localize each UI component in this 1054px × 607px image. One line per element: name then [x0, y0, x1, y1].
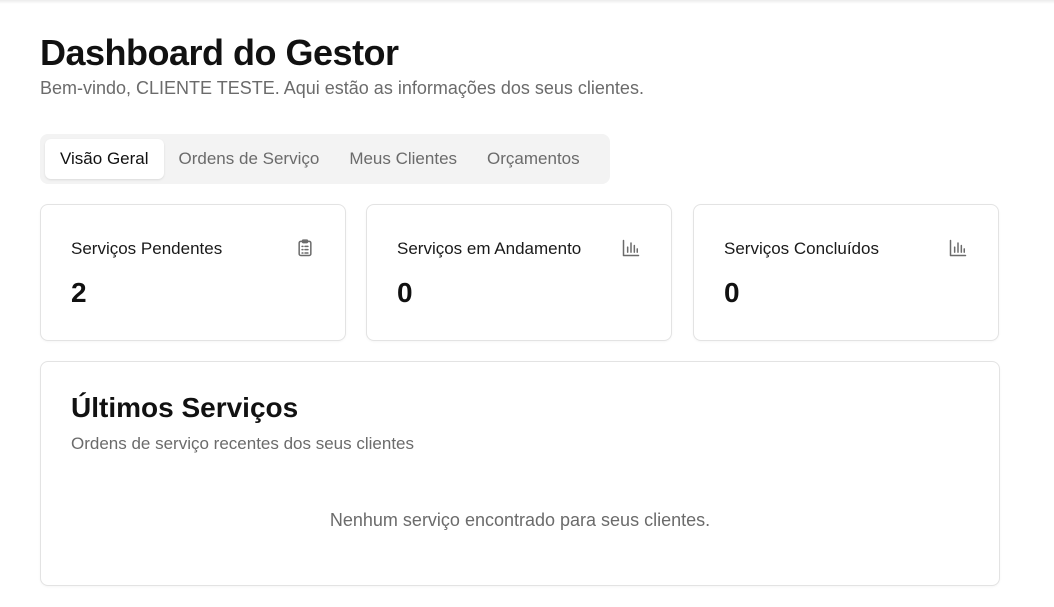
empty-state-message: Nenhum serviço encontrado para seus clie… — [329, 510, 711, 530]
bar-chart-icon — [949, 239, 967, 257]
page-title: Dashboard do Gestor — [40, 32, 399, 73]
stat-value: 0 — [724, 277, 740, 308]
stat-card-pendentes: Serviços Pendentes 2 — [40, 204, 346, 341]
page-subtitle: Bem-vindo, CLIENTE TESTE. Aqui estão as … — [40, 78, 644, 98]
recent-services-card: Últimos Serviços Ordens de serviço recen… — [40, 361, 1000, 586]
tab-orcamentos[interactable]: Orçamentos — [472, 139, 595, 179]
stat-value: 2 — [71, 277, 87, 308]
tab-visao-geral[interactable]: Visão Geral — [45, 139, 164, 179]
tab-meus-clientes[interactable]: Meus Clientes — [334, 139, 472, 179]
tab-ordens-de-servico[interactable]: Ordens de Serviço — [164, 139, 335, 179]
stat-card-concluidos: Serviços Concluídos 0 — [693, 204, 999, 341]
stat-label: Serviços Pendentes — [71, 239, 223, 258]
recent-services-description: Ordens de serviço recentes dos seus clie… — [71, 434, 415, 453]
stat-card-andamento: Serviços em Andamento 0 — [366, 204, 672, 341]
top-shadow — [0, 0, 1054, 4]
bar-chart-icon — [622, 239, 640, 257]
stat-label: Serviços Concluídos — [724, 239, 879, 258]
recent-services-title: Últimos Serviços — [71, 392, 299, 423]
stat-label: Serviços em Andamento — [397, 239, 582, 258]
tabs-bar: Visão Geral Ordens de Serviço Meus Clien… — [40, 134, 610, 184]
clipboard-list-icon — [298, 239, 312, 257]
stat-value: 0 — [397, 277, 413, 308]
